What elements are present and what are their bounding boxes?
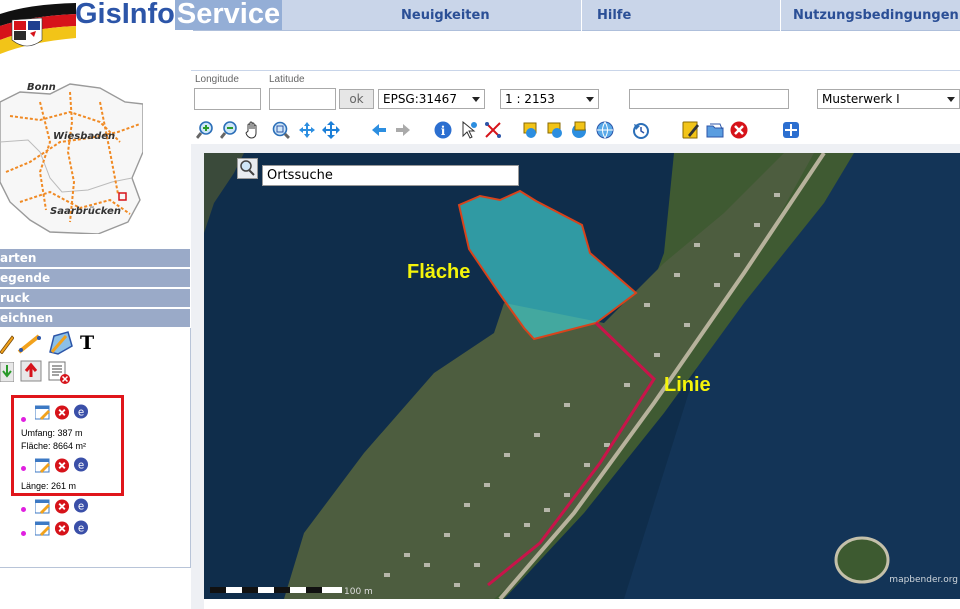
globe-layer-icon[interactable]	[570, 121, 588, 139]
zoom-full-icon[interactable]	[298, 121, 316, 139]
svg-text:e: e	[78, 406, 84, 418]
delete-icon[interactable]	[54, 458, 70, 473]
list-bullet	[21, 531, 26, 536]
svg-text:e: e	[78, 522, 84, 534]
map-label-linie: Linie	[664, 374, 711, 396]
menu-zeichnen[interactable]: eichnen	[0, 309, 190, 327]
text-tool-icon[interactable]: T	[80, 332, 94, 354]
copyright-label: mapbender.org	[889, 575, 958, 585]
zoom-in-icon[interactable]	[196, 121, 214, 139]
epsg-select[interactable]: EPSG:31467	[378, 89, 485, 109]
list-bullet	[21, 417, 26, 422]
chevron-down-icon	[472, 97, 480, 102]
overview-city-label: Saarbrücken	[50, 206, 121, 217]
scalebar-label: 100 m	[344, 587, 373, 597]
edit-icon[interactable]	[35, 405, 51, 420]
toolbar-divider	[191, 70, 960, 71]
export-icon[interactable]: e	[73, 498, 89, 513]
site-title: GisInfoService	[75, 0, 283, 31]
svg-text:e: e	[78, 500, 84, 512]
svg-text:i: i	[441, 124, 446, 138]
werk-select[interactable]: Musterwerk I	[817, 89, 960, 109]
nav-separator	[780, 0, 781, 31]
pan-hand-icon[interactable]	[244, 121, 262, 139]
latitude-label: Latitude	[269, 74, 305, 85]
expand-icon[interactable]	[782, 121, 800, 139]
nav-neuigkeiten[interactable]: Neuigkeiten	[401, 8, 490, 23]
upload-icon[interactable]	[20, 360, 42, 382]
map-label-flaeche: Fläche	[407, 261, 471, 283]
nav-separator	[581, 0, 582, 31]
top-navigation: Neuigkeiten Hilfe Nutzungsbedingungen	[193, 0, 960, 31]
overview-map[interactable]: Bonn Wiesbaden Saarbrücken	[0, 82, 143, 234]
edit-icon[interactable]	[35, 499, 51, 514]
select-pointer-icon[interactable]	[460, 121, 478, 139]
ok-button[interactable]: ok	[339, 89, 374, 109]
measure-icon[interactable]	[484, 121, 502, 139]
zoom-out-icon[interactable]	[220, 121, 238, 139]
measure-flaeche: Fläche: 8664 m²	[21, 441, 87, 451]
aerial-map	[204, 153, 960, 599]
search-icon[interactable]	[237, 158, 258, 179]
line-tool-icon[interactable]	[17, 332, 43, 354]
list-bullet	[21, 466, 26, 471]
nav-hilfe[interactable]: Hilfe	[597, 8, 631, 23]
longitude-input[interactable]	[194, 88, 261, 110]
svg-text:e: e	[78, 459, 84, 471]
move-icon[interactable]	[322, 121, 340, 139]
open-folder-icon[interactable]	[706, 121, 724, 139]
delete-icon[interactable]	[54, 521, 70, 536]
edit-note-icon[interactable]	[682, 121, 700, 139]
menu-legende[interactable]: egende	[0, 269, 190, 287]
list-bullet	[21, 507, 26, 512]
close-icon[interactable]	[730, 121, 748, 139]
delete-icon[interactable]	[54, 499, 70, 514]
export-icon[interactable]: e	[73, 457, 89, 472]
epsg-value: EPSG:31467	[383, 92, 457, 106]
title-part2: Service	[174, 0, 283, 30]
map-canvas[interactable]: Fläche Linie 100 m mapbender.org	[204, 153, 960, 599]
longitude-label: Longitude	[195, 74, 239, 85]
werk-value: Musterwerk I	[822, 92, 900, 106]
export-icon[interactable]: e	[73, 404, 89, 419]
ortssuche-input[interactable]: Ortssuche	[262, 165, 519, 186]
info-icon[interactable]: i	[434, 121, 452, 139]
export-icon[interactable]: e	[73, 520, 89, 535]
menu-druck[interactable]: ruck	[0, 289, 190, 307]
forward-arrow-icon[interactable]	[394, 121, 412, 139]
measure-laenge: Länge: 261 m	[21, 481, 77, 491]
latitude-input[interactable]	[269, 88, 336, 110]
logo	[0, 3, 76, 54]
zoom-box-icon[interactable]	[272, 121, 290, 139]
back-arrow-icon[interactable]	[370, 121, 388, 139]
menu-karten[interactable]: arten	[0, 249, 190, 267]
download-icon[interactable]	[0, 362, 14, 382]
pencil-icon[interactable]	[0, 332, 14, 354]
globe-icon[interactable]	[596, 121, 614, 139]
scale-value: 1 : 2153	[505, 92, 555, 106]
polygon-tool-icon[interactable]	[46, 330, 74, 356]
layer-icon[interactable]	[522, 121, 540, 139]
scale-select[interactable]: 1 : 2153	[500, 89, 599, 109]
measure-umfang: Umfang: 387 m	[21, 428, 83, 438]
title-part1: GisInfo	[75, 0, 175, 30]
edit-icon[interactable]	[35, 521, 51, 536]
edit-icon[interactable]	[35, 458, 51, 473]
history-icon[interactable]	[632, 121, 650, 139]
layer-add-icon[interactable]	[546, 121, 564, 139]
map-frame	[191, 144, 960, 153]
clear-list-icon[interactable]	[47, 360, 71, 384]
map-frame	[191, 144, 204, 609]
overview-city-label: Wiesbaden	[53, 131, 116, 142]
chevron-down-icon	[586, 97, 594, 102]
nav-nutzungsbedingungen[interactable]: Nutzungsbedingungen	[793, 8, 959, 23]
overview-city-label: Bonn	[27, 82, 56, 93]
search-input[interactable]	[629, 89, 789, 109]
delete-icon[interactable]	[54, 405, 70, 420]
chevron-down-icon	[947, 97, 955, 102]
